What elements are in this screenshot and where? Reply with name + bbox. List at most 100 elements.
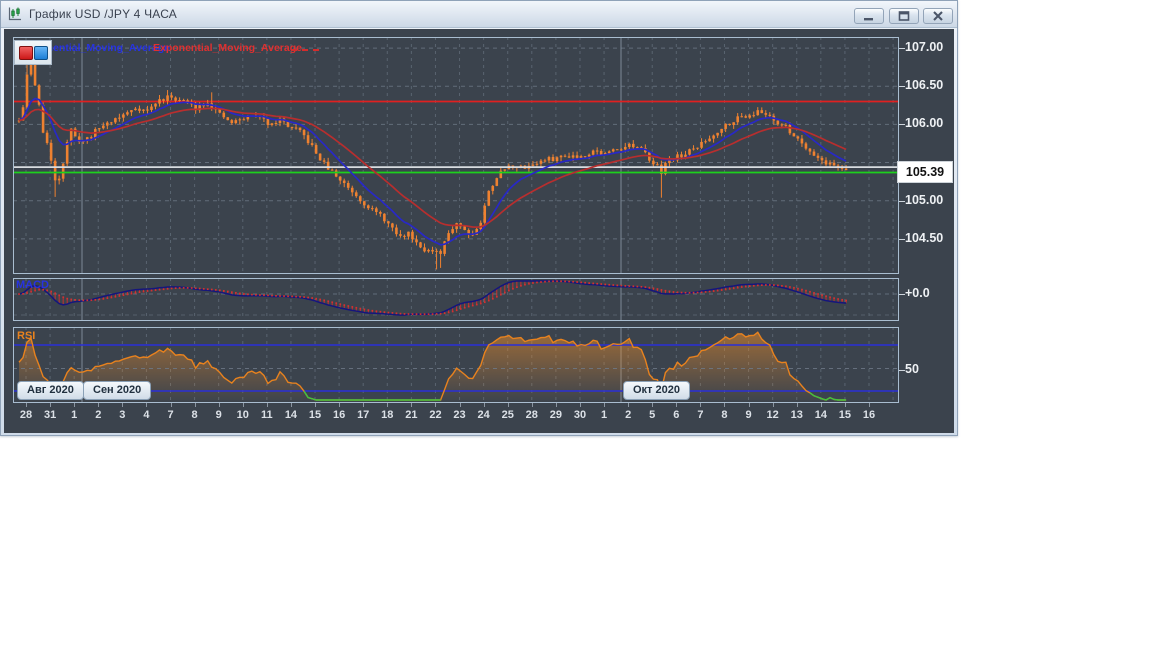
price-chart-panel[interactable] [13,37,899,274]
time-axis-tick [170,403,172,407]
restore-icon [898,11,910,21]
time-axis-label: 1 [71,409,78,421]
indicator-button-panel [14,40,52,65]
time-axis-tick [796,403,798,407]
time-axis-label: 7 [167,409,174,421]
time-axis-label: 2 [95,409,102,421]
time-axis-label: 16 [332,409,346,421]
time-axis-tick [772,403,774,407]
time-axis-tick [74,403,76,407]
price-axis-label: 105.00 [905,193,944,207]
time-axis-tick [844,403,846,407]
time-axis-tick [820,403,822,407]
time-axis-label: 28 [19,409,33,421]
time-axis-label: 16 [862,409,876,421]
time-axis-tick [579,403,581,407]
time-axis-label: 2 [625,409,632,421]
blue-indicator-button[interactable] [34,45,48,60]
time-axis-tick [700,403,702,407]
minimize-icon [864,18,873,21]
time-axis-tick [628,403,630,407]
time-axis-tick [266,403,268,407]
time-axis-label: 14 [284,409,298,421]
time-axis-tick [676,403,678,407]
time-axis-tick [652,403,654,407]
time-axis-label: 18 [381,409,394,421]
time-axis-tick [748,403,750,407]
restore-button[interactable] [889,8,919,24]
time-axis-label: 1 [600,409,608,421]
time-axis-label: 9 [215,409,222,421]
time-axis-label: 10 [236,409,249,421]
time-axis-tick [242,403,244,407]
time-axis-label: 28 [525,409,538,421]
time-axis-label: 12 [766,409,779,421]
time-axis-label: 29 [549,409,562,421]
time-axis-tick [507,403,509,407]
rsi-label: RSI [17,330,36,342]
time-axis-label: 11 [261,409,273,421]
time-axis-label: 3 [119,409,126,421]
legend-red-line-sample [291,49,319,51]
month-label-sep[interactable]: Сен 2020 [83,381,152,400]
time-axis-label: 15 [838,409,852,421]
time-axis-label: 30 [573,409,587,421]
macd-axis-value: +0.0 [905,286,930,300]
time-axis-tick [387,403,389,407]
time-axis-tick [218,403,220,407]
minimize-button[interactable] [854,8,884,24]
time-axis-tick [411,403,413,407]
price-axis-label: 106.00 [905,116,944,130]
time-axis-label: 6 [673,409,680,421]
time-axis-label: 8 [191,409,198,421]
rsi-50-tick [899,370,905,371]
time-axis-label: 22 [429,409,442,421]
time-axis-tick [868,403,870,407]
current-price-badge: 105.39 [897,161,953,183]
time-axis-tick [604,403,606,407]
chart-client-area: Exponential_Moving_Average Exponential_M… [4,29,954,433]
rsi-axis-value: 50 [905,362,919,376]
time-axis-label: 25 [501,409,514,421]
red-indicator-button[interactable] [19,45,33,60]
month-label-aug[interactable]: Авг 2020 [17,381,84,400]
time-axis-tick [531,403,533,407]
time-axis-label: 7 [697,409,704,421]
time-axis-tick [483,403,485,407]
legend-ema-red: Exponential_Moving_Average [153,42,302,54]
time-axis-tick [98,403,100,407]
window-title: График USD /JPY 4 ЧАСА [29,7,178,21]
chart-window: График USD /JPY 4 ЧАСА Exponential_Movin… [0,0,958,436]
price-axis-label: 107.00 [905,40,944,54]
close-button[interactable] [923,8,953,24]
time-axis-tick [315,403,317,407]
time-axis-tick [290,403,292,407]
macd-label: MACD [16,279,49,291]
month-label-oct[interactable]: Окт 2020 [623,381,690,400]
title-bar[interactable]: График USD /JPY 4 ЧАСА [1,1,957,28]
time-axis-tick [724,403,726,407]
macd-panel[interactable] [13,278,899,321]
time-axis-tick [122,403,124,407]
time-axis-tick [146,403,148,407]
close-icon [933,11,943,21]
time-axis-label: 13 [790,409,803,421]
time-axis-tick [339,403,341,407]
price-axis-label: 104.50 [905,231,944,245]
time-axis-label: 15 [308,409,322,421]
time-axis-tick [194,403,196,407]
candlestick-chart-icon [8,7,21,21]
time-axis-label: 4 [143,409,150,421]
time-axis-label: 17 [357,409,370,421]
time-axis-tick [26,403,27,407]
time-axis-tick [363,403,365,407]
time-axis-tick [50,403,52,407]
time-axis-label: 31 [43,409,57,421]
time-axis-tick [459,403,461,407]
time-axis-tick [555,403,557,407]
time-axis-label: 14 [814,409,827,421]
time-axis-label: 5 [649,409,656,421]
time-axis-label: 21 [405,409,418,421]
time-axis-label: 8 [721,409,728,421]
macd-zero-tick [899,294,905,295]
